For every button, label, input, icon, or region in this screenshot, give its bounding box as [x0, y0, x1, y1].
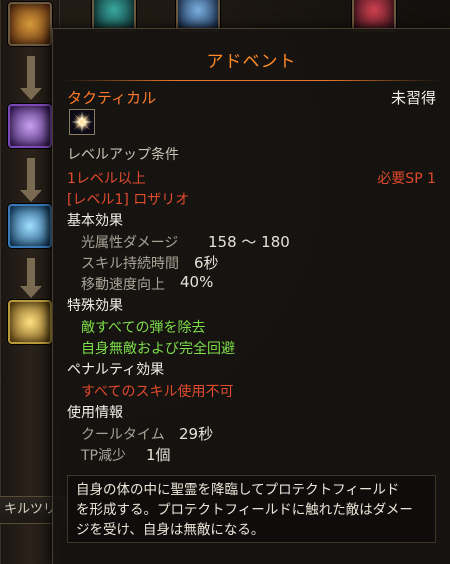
special-effect-item: 敵すべての弾を除去	[81, 320, 206, 336]
advent-skill-icon	[69, 109, 95, 135]
required-prerequisite: [レベル1] ロザリオ	[67, 192, 190, 208]
basic-effect-header: 基本効果	[67, 213, 123, 229]
skill-slot-icon[interactable]	[8, 104, 52, 148]
basic-effect-value: 158 ～ 180	[208, 233, 290, 251]
skill-description: 自身の体の中に聖霊を降臨してプロテクトフィールド を形成する。プロテクトフィール…	[67, 475, 436, 543]
description-line: 自身の体の中に聖霊を降臨してプロテクトフィールド	[76, 482, 400, 498]
description-line: ジを受け、自身は無敵になる。	[76, 522, 265, 538]
usage-info-value: 29秒	[179, 425, 214, 443]
special-effect-header: 特殊効果	[67, 298, 123, 314]
basic-effect-label: 光属性ダメージ	[81, 235, 179, 251]
title-divider	[63, 80, 440, 81]
usage-info-label: TP減少	[81, 448, 126, 464]
required-sp: 必要SP 1	[377, 171, 436, 187]
skill-name: アドベント	[206, 52, 297, 72]
special-effect-item: 自身無敵および完全回避	[81, 341, 235, 357]
learn-status: 未習得	[390, 89, 436, 107]
skill-slot-icon[interactable]	[8, 300, 52, 344]
skill-slot-icon[interactable]	[8, 2, 52, 46]
usage-info-header: 使用情報	[67, 405, 123, 421]
skill-tooltip: アドベント タクティカル 未習得 レベルアップ条件 1レベル以上 必要SP 1 …	[52, 28, 450, 564]
usage-info-value: 1個	[146, 446, 171, 464]
level-up-header: レベルアップ条件	[67, 147, 179, 163]
basic-effect-label: スキル持続時間	[81, 256, 179, 272]
skill-type: タクティカル	[67, 89, 157, 107]
description-line: を形成する。プロテクトフィールドに触れた敵はダメー	[76, 502, 413, 518]
skill-connector-arrow	[20, 258, 42, 298]
skill-connector-arrow	[20, 56, 42, 100]
skill-slot-icon[interactable]	[8, 204, 52, 248]
skill-connector-arrow	[20, 158, 42, 202]
required-level: 1レベル以上	[67, 171, 146, 187]
penalty-effect-header: ペナルティ効果	[67, 362, 165, 378]
usage-info-label: クールタイム	[81, 427, 165, 443]
basic-effect-label: 移動速度向上	[81, 277, 165, 293]
basic-effect-value: 6秒	[194, 254, 219, 272]
penalty-effect-item: すべてのスキル使用不可	[81, 384, 234, 400]
basic-effect-value: 40%	[180, 273, 214, 291]
